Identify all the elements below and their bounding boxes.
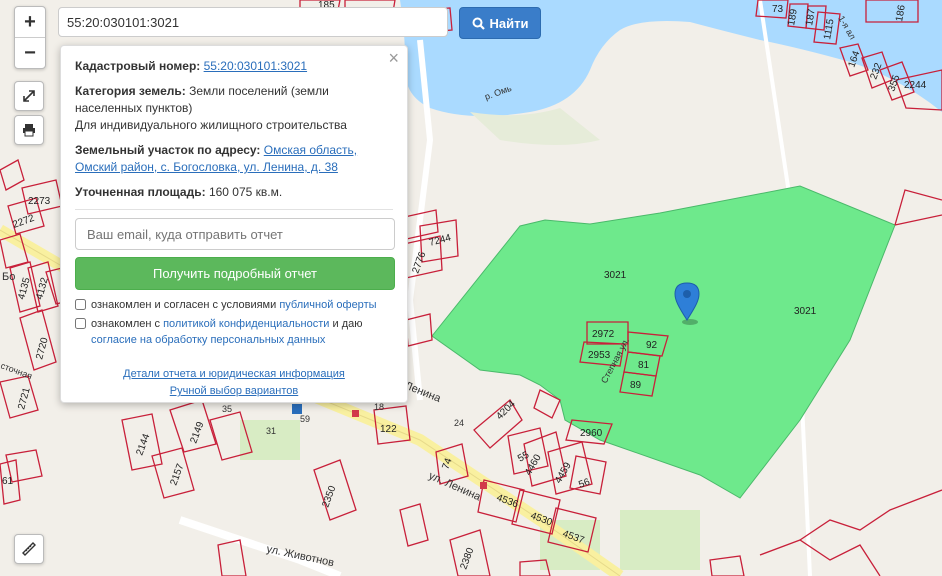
svg-text:122: 122 [380,424,397,435]
svg-text:2244: 2244 [904,80,927,91]
search-icon [472,17,485,30]
svg-text:92: 92 [646,340,658,351]
public-offer-link[interactable]: публичной оферты [279,299,376,311]
poi-icon-2 [480,482,487,489]
search-button-label: Найти [489,15,529,31]
privacy-policy-link[interactable]: политикой конфиденциальности [163,318,329,330]
divider [75,209,393,210]
svg-text:35: 35 [222,404,232,414]
selected-parcel-label-left: 3021 [604,270,627,281]
zoom-in-button[interactable]: + [15,7,45,37]
svg-text:31: 31 [266,426,276,436]
popup-links: Детали отчета и юридическая информация Р… [75,366,393,400]
offer-agreement-text: ознакомлен и согласен с условиями публич… [91,299,377,311]
area-label: Уточненная площадь: [75,185,206,199]
area-row: Уточненная площадь: 160 075 кв.м. [75,184,393,201]
privacy-agreement-text: ознакомлен с политикой конфиденциальност… [91,318,363,346]
cadastral-number-label: Кадастровый номер: [75,59,201,73]
svg-text:2273: 2273 [28,196,51,207]
svg-text:59: 59 [300,414,310,424]
offer-agreement-row: ознакомлен и согласен с условиями публич… [75,297,393,313]
zoom-out-button[interactable]: − [15,37,45,68]
land-usage-value: Для индивидуального жилищного строительс… [75,118,347,132]
svg-text:81: 81 [638,360,650,371]
land-category-row: Категория земель: Земли поселений (земли… [75,83,393,134]
privacy-agreement-row: ознакомлен с политикой конфиденциальност… [75,316,393,348]
svg-text:2960: 2960 [580,428,603,439]
address-label: Земельный участок по адресу: [75,143,261,157]
land-category-label: Категория земель: [75,84,186,98]
get-report-button[interactable]: Получить подробный отчет [75,257,395,290]
poi-icon [352,410,359,417]
land-category-value: Земли поселений (земли [189,84,329,98]
privacy-agreement-checkbox[interactable] [75,318,86,329]
email-field[interactable] [75,218,395,250]
cadastral-number-link[interactable]: 55:20:030101:3021 [204,59,307,73]
ruler-icon [22,542,36,556]
parcel-info-popup: × Кадастровый номер: 55:20:030101:3021 К… [60,45,408,403]
land-category-value-2: населенных пунктов) [75,101,193,115]
svg-text:73: 73 [772,4,784,15]
printer-icon [23,124,35,137]
print-button[interactable] [14,115,44,145]
personal-data-consent-link[interactable]: согласие на обработку персональных данны… [91,334,325,346]
cadastral-number-row: Кадастровый номер: 55:20:030101:3021 [75,58,393,75]
bus-stop-icon [292,404,302,414]
address-link[interactable]: Омская область, [264,143,357,157]
manual-selection-link[interactable]: Ручной выбор вариантов [170,383,298,400]
zoom-control: + − [14,6,46,69]
area-value: 160 075 кв.м. [208,185,283,199]
svg-text:18: 18 [374,402,384,412]
svg-text:61: 61 [2,476,14,487]
svg-text:2953: 2953 [588,350,611,361]
search-button[interactable]: Найти [459,7,541,39]
ruler-button[interactable] [14,534,44,564]
offer-agreement-checkbox[interactable] [75,299,86,310]
close-icon[interactable]: × [388,49,399,67]
fullscreen-button[interactable] [14,81,44,111]
village-label: Бо [2,271,15,283]
svg-text:24: 24 [454,418,464,428]
cadastral-search-input[interactable] [58,7,448,37]
svg-text:89: 89 [630,380,642,391]
svg-text:2972: 2972 [592,329,615,340]
address-link-2[interactable]: Омский район, с. Богословка, ул. Ленина,… [75,160,338,174]
report-details-link[interactable]: Детали отчета и юридическая информация [123,366,345,383]
selected-parcel-label-right: 3021 [794,306,817,317]
expand-icon [23,90,35,102]
address-row: Земельный участок по адресу: Омская обла… [75,142,393,176]
